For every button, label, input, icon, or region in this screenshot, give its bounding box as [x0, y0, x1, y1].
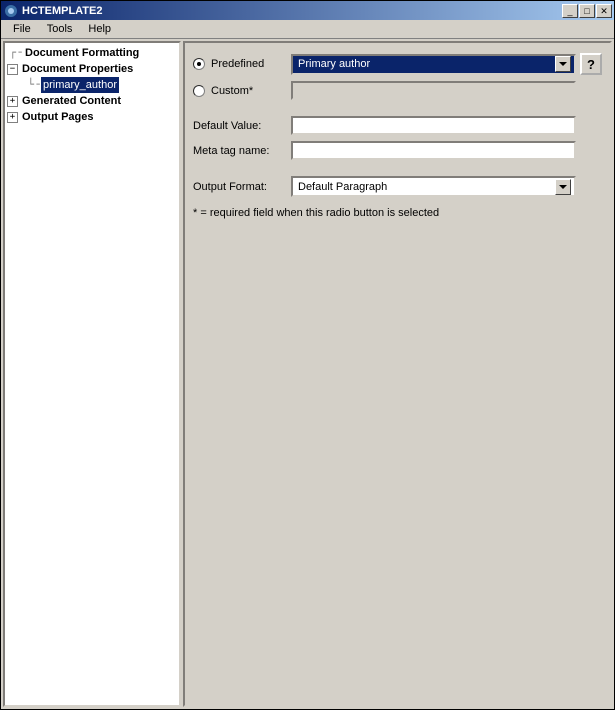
tree-label: Document Formatting: [23, 45, 141, 61]
chevron-down-icon[interactable]: [555, 179, 571, 195]
tree-label: primary_author: [41, 77, 119, 93]
row-default-value: Default Value:: [193, 116, 602, 135]
menu-file[interactable]: File: [5, 21, 39, 37]
predefined-label: Predefined: [211, 58, 264, 70]
row-output-format: Output Format: Default Paragraph: [193, 176, 602, 197]
workarea: ┌╶ Document Formatting − Document Proper…: [1, 39, 614, 709]
tree-item-output-pages[interactable]: + Output Pages: [7, 109, 177, 125]
window-title: HCTEMPLATE2: [22, 5, 561, 17]
custom-input: [291, 81, 576, 100]
custom-label: Custom*: [211, 85, 253, 97]
minimize-button[interactable]: _: [562, 4, 578, 18]
meta-tag-input[interactable]: [291, 141, 576, 160]
tree-connector: ┌╶: [7, 45, 23, 61]
expand-icon[interactable]: +: [7, 112, 18, 123]
help-button[interactable]: ?: [580, 53, 602, 75]
chevron-down-icon[interactable]: [555, 56, 571, 72]
default-value-label: Default Value:: [193, 120, 291, 132]
output-format-select[interactable]: Default Paragraph: [291, 176, 576, 197]
predefined-select[interactable]: Primary author: [291, 54, 576, 75]
custom-radio-wrap[interactable]: Custom*: [193, 85, 291, 97]
required-note: * = required field when this radio butto…: [193, 207, 602, 219]
radio-custom[interactable]: [193, 85, 205, 97]
app-icon: [3, 3, 19, 19]
maximize-button[interactable]: □: [579, 4, 595, 18]
tree-label: Output Pages: [20, 109, 96, 125]
row-predefined: Predefined Primary author ?: [193, 53, 602, 75]
tree-panel: ┌╶ Document Formatting − Document Proper…: [3, 41, 181, 707]
default-value-input[interactable]: [291, 116, 576, 135]
tree-connector: └╶: [25, 77, 41, 93]
app-window: HCTEMPLATE2 _ □ ✕ File Tools Help ┌╶ Doc…: [0, 0, 615, 710]
close-button[interactable]: ✕: [596, 4, 612, 18]
tree-item-doc-formatting[interactable]: ┌╶ Document Formatting: [7, 45, 177, 61]
meta-tag-label: Meta tag name:: [193, 145, 291, 157]
collapse-icon[interactable]: −: [7, 64, 18, 75]
predefined-radio-wrap[interactable]: Predefined: [193, 58, 291, 70]
content-panel: Predefined Primary author ? Custom* Defa…: [183, 41, 612, 707]
tree-label: Generated Content: [20, 93, 123, 109]
expand-icon[interactable]: +: [7, 96, 18, 107]
tree-item-doc-properties[interactable]: − Document Properties: [7, 61, 177, 77]
output-format-label: Output Format:: [193, 181, 291, 193]
menubar: File Tools Help: [1, 20, 614, 39]
window-controls: _ □ ✕: [561, 4, 612, 18]
tree-item-generated-content[interactable]: + Generated Content: [7, 93, 177, 109]
menu-help[interactable]: Help: [80, 21, 119, 37]
output-format-value: Default Paragraph: [296, 181, 555, 193]
menu-tools[interactable]: Tools: [39, 21, 81, 37]
tree-item-primary-author[interactable]: └╶ primary_author: [25, 77, 177, 93]
titlebar: HCTEMPLATE2 _ □ ✕: [1, 1, 614, 20]
radio-predefined[interactable]: [193, 58, 205, 70]
predefined-value: Primary author: [296, 58, 555, 70]
row-meta-tag: Meta tag name:: [193, 141, 602, 160]
tree-label: Document Properties: [20, 61, 135, 77]
row-custom: Custom*: [193, 81, 602, 100]
